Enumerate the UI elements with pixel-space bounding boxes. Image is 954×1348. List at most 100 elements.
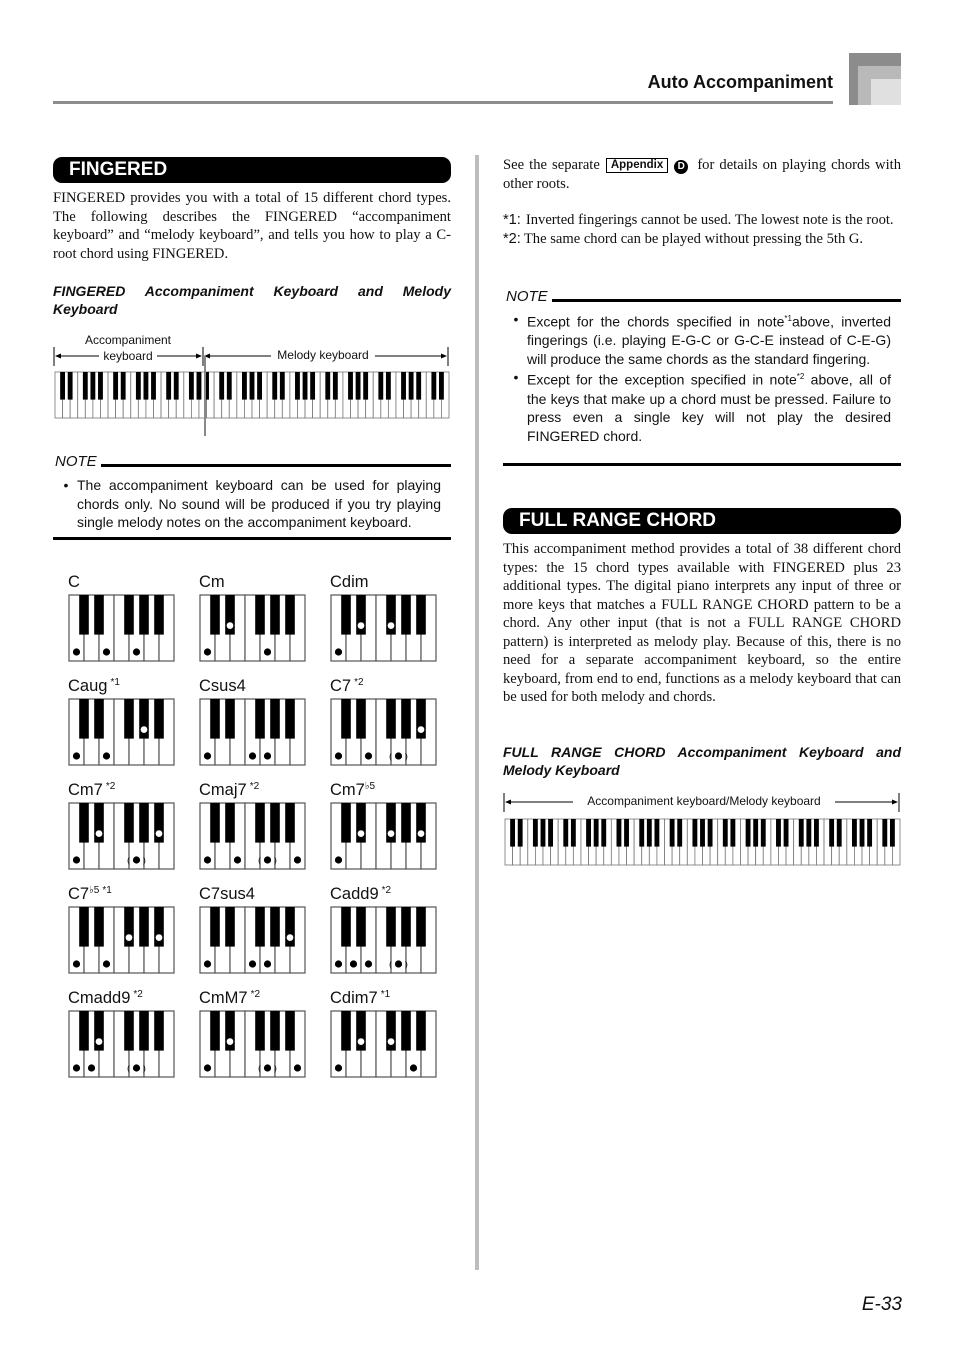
chord-keyboard: () <box>330 698 437 766</box>
pressed-black-key-dot <box>417 829 425 838</box>
black-key <box>90 372 96 400</box>
chord-diagram: Cmadd9 *2 () <box>68 989 175 1078</box>
note-body: • The accompaniment keyboard can be used … <box>55 476 441 532</box>
black-key <box>285 1011 295 1051</box>
pressed-key-dot <box>87 1064 96 1072</box>
black-key <box>79 803 89 843</box>
chord-keyboard: () <box>199 802 306 870</box>
black-key <box>325 372 331 400</box>
footnote-ref: *1 <box>784 314 792 323</box>
black-key <box>124 595 134 635</box>
black-key <box>707 819 713 847</box>
pressed-key-dot <box>132 648 141 656</box>
black-key <box>139 803 149 843</box>
chord-keyboard <box>68 906 175 974</box>
pressed-key-dot <box>102 752 111 760</box>
black-key <box>94 699 104 739</box>
black-key <box>570 819 576 847</box>
pressed-key-dot <box>72 856 81 864</box>
black-key <box>624 819 629 847</box>
black-key <box>210 907 220 947</box>
footnote-ref: *2 <box>381 885 392 896</box>
black-key <box>363 372 369 400</box>
black-key <box>401 1011 411 1051</box>
piano-keyboard <box>504 818 901 866</box>
black-key <box>814 819 819 847</box>
chord-name-text: C <box>68 573 80 591</box>
chord-diagram: C7♭5 *1 <box>68 885 175 974</box>
pressed-black-key-dot <box>286 933 294 942</box>
pressed-black-key-dot <box>95 829 103 838</box>
black-key <box>98 372 103 400</box>
black-key <box>124 803 134 843</box>
black-key <box>255 595 265 635</box>
black-key <box>341 1011 351 1051</box>
optional-paren-left: ( <box>127 856 130 865</box>
black-key <box>241 372 247 400</box>
pressed-black-key-dot <box>357 829 365 838</box>
chord-name-text: CmM7 <box>199 989 248 1007</box>
footnote-ref: *2 <box>249 781 260 792</box>
footnote-1: *1: Inverted fingerings cannot be used. T… <box>503 211 901 230</box>
black-key <box>829 819 835 847</box>
pressed-black-key-dot <box>387 829 395 838</box>
black-key <box>139 907 149 947</box>
chord-name-text: Csus4 <box>199 677 246 695</box>
chord-keyboard <box>199 594 306 662</box>
black-key <box>120 372 126 400</box>
black-key <box>540 819 546 847</box>
black-key <box>255 907 265 947</box>
optional-paren-right: ) <box>274 1064 277 1073</box>
chord-diagram: Cm7♭5 <box>330 781 437 870</box>
black-key <box>616 819 622 847</box>
black-key <box>210 803 220 843</box>
black-key <box>79 907 89 947</box>
chord-keyboard <box>68 698 175 766</box>
arrowhead <box>196 353 202 359</box>
footnote-text: The same chord can be played without pre… <box>523 230 864 247</box>
note-label: NOTE <box>55 453 97 470</box>
pressed-key-dot <box>364 960 373 968</box>
black-key <box>882 819 888 847</box>
black-key <box>279 372 285 400</box>
full-range-subheading: FULL RANGE CHORD Accompaniment Keyboard … <box>503 744 901 778</box>
black-key <box>225 907 235 947</box>
full-range-keyboard-diagram: Accompaniment keyboard/Melody keyboard <box>503 790 901 870</box>
note-item-text: The accompaniment keyboard can be used f… <box>77 477 441 531</box>
black-key <box>385 372 391 400</box>
full-range-body: This accompaniment method provides a tot… <box>503 541 901 705</box>
black-key <box>753 819 759 847</box>
black-key <box>416 907 426 947</box>
black-key <box>210 595 220 635</box>
black-key <box>285 699 295 739</box>
pressed-key-dot <box>248 960 257 968</box>
black-key <box>386 699 396 739</box>
black-key <box>270 907 280 947</box>
pressed-key-dot <box>293 856 302 864</box>
chord-name: Cmadd9 *2 <box>68 989 143 1008</box>
pressed-key-dot <box>72 648 81 656</box>
optional-paren-right: ) <box>405 752 408 761</box>
black-key <box>416 595 426 635</box>
pressed-black-key-dot <box>226 621 234 630</box>
footnotes: *1: Inverted fingerings cannot be used. T… <box>503 211 901 248</box>
optional-key-dot <box>132 1064 141 1072</box>
bullet: • <box>63 477 69 493</box>
optional-key-dot <box>263 856 272 864</box>
black-key <box>272 372 278 400</box>
pressed-key-dot <box>203 960 212 968</box>
footnote-ref: *2 <box>105 781 116 792</box>
black-key <box>341 803 351 843</box>
chord-name-text: Cmadd9 <box>68 989 131 1007</box>
note-end-rule-right <box>503 463 901 466</box>
black-key <box>154 699 164 739</box>
black-key <box>593 819 599 847</box>
pressed-key-dot <box>102 648 111 656</box>
pressed-key-dot <box>102 960 111 968</box>
black-key <box>124 1011 134 1051</box>
footnote-text: Inverted fingerings cannot be used. The … <box>525 212 894 228</box>
chord-name-text: Cm7 <box>330 781 365 799</box>
note-text-part: Except for the exception specified in no… <box>527 372 797 389</box>
black-key <box>255 803 265 843</box>
fingered-keyboard-diagram: Accompaniment keyboard Melody keyboard <box>53 330 450 440</box>
